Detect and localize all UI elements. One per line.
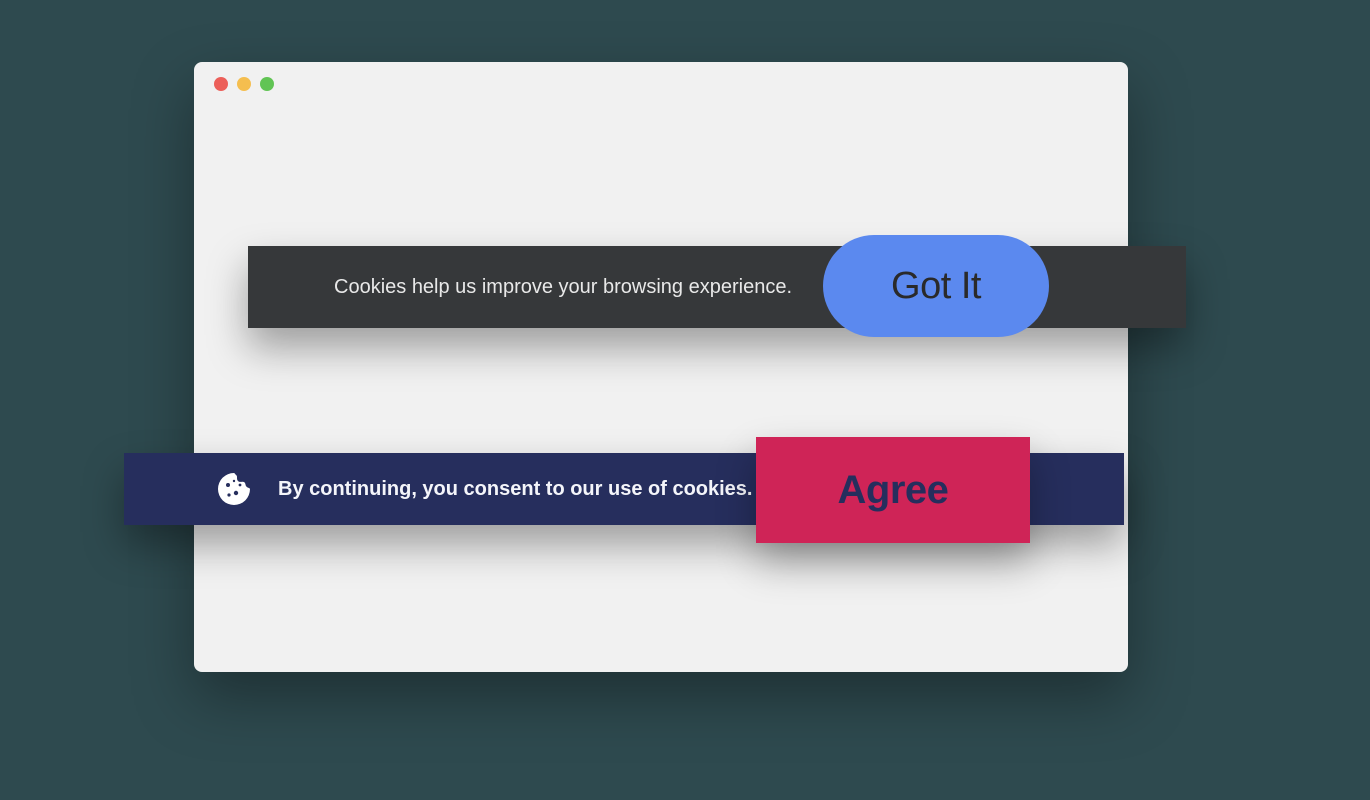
window-maximize-dot[interactable] (260, 77, 274, 91)
window-close-dot[interactable] (214, 77, 228, 91)
cookie-banner-navy-message: By continuing, you consent to our use of… (278, 478, 752, 501)
got-it-button[interactable]: Got It (823, 235, 1049, 337)
window-titlebar (194, 62, 1128, 106)
cookie-banner-navy: By continuing, you consent to our use of… (124, 453, 1124, 525)
cookie-banner-dark-message: Cookies help us improve your browsing ex… (334, 276, 792, 299)
agree-button[interactable]: Agree (756, 437, 1030, 543)
cookie-icon (216, 471, 252, 507)
browser-window-mock (194, 62, 1128, 672)
cookie-banner-dark: Cookies help us improve your browsing ex… (248, 246, 1186, 328)
window-minimize-dot[interactable] (237, 77, 251, 91)
